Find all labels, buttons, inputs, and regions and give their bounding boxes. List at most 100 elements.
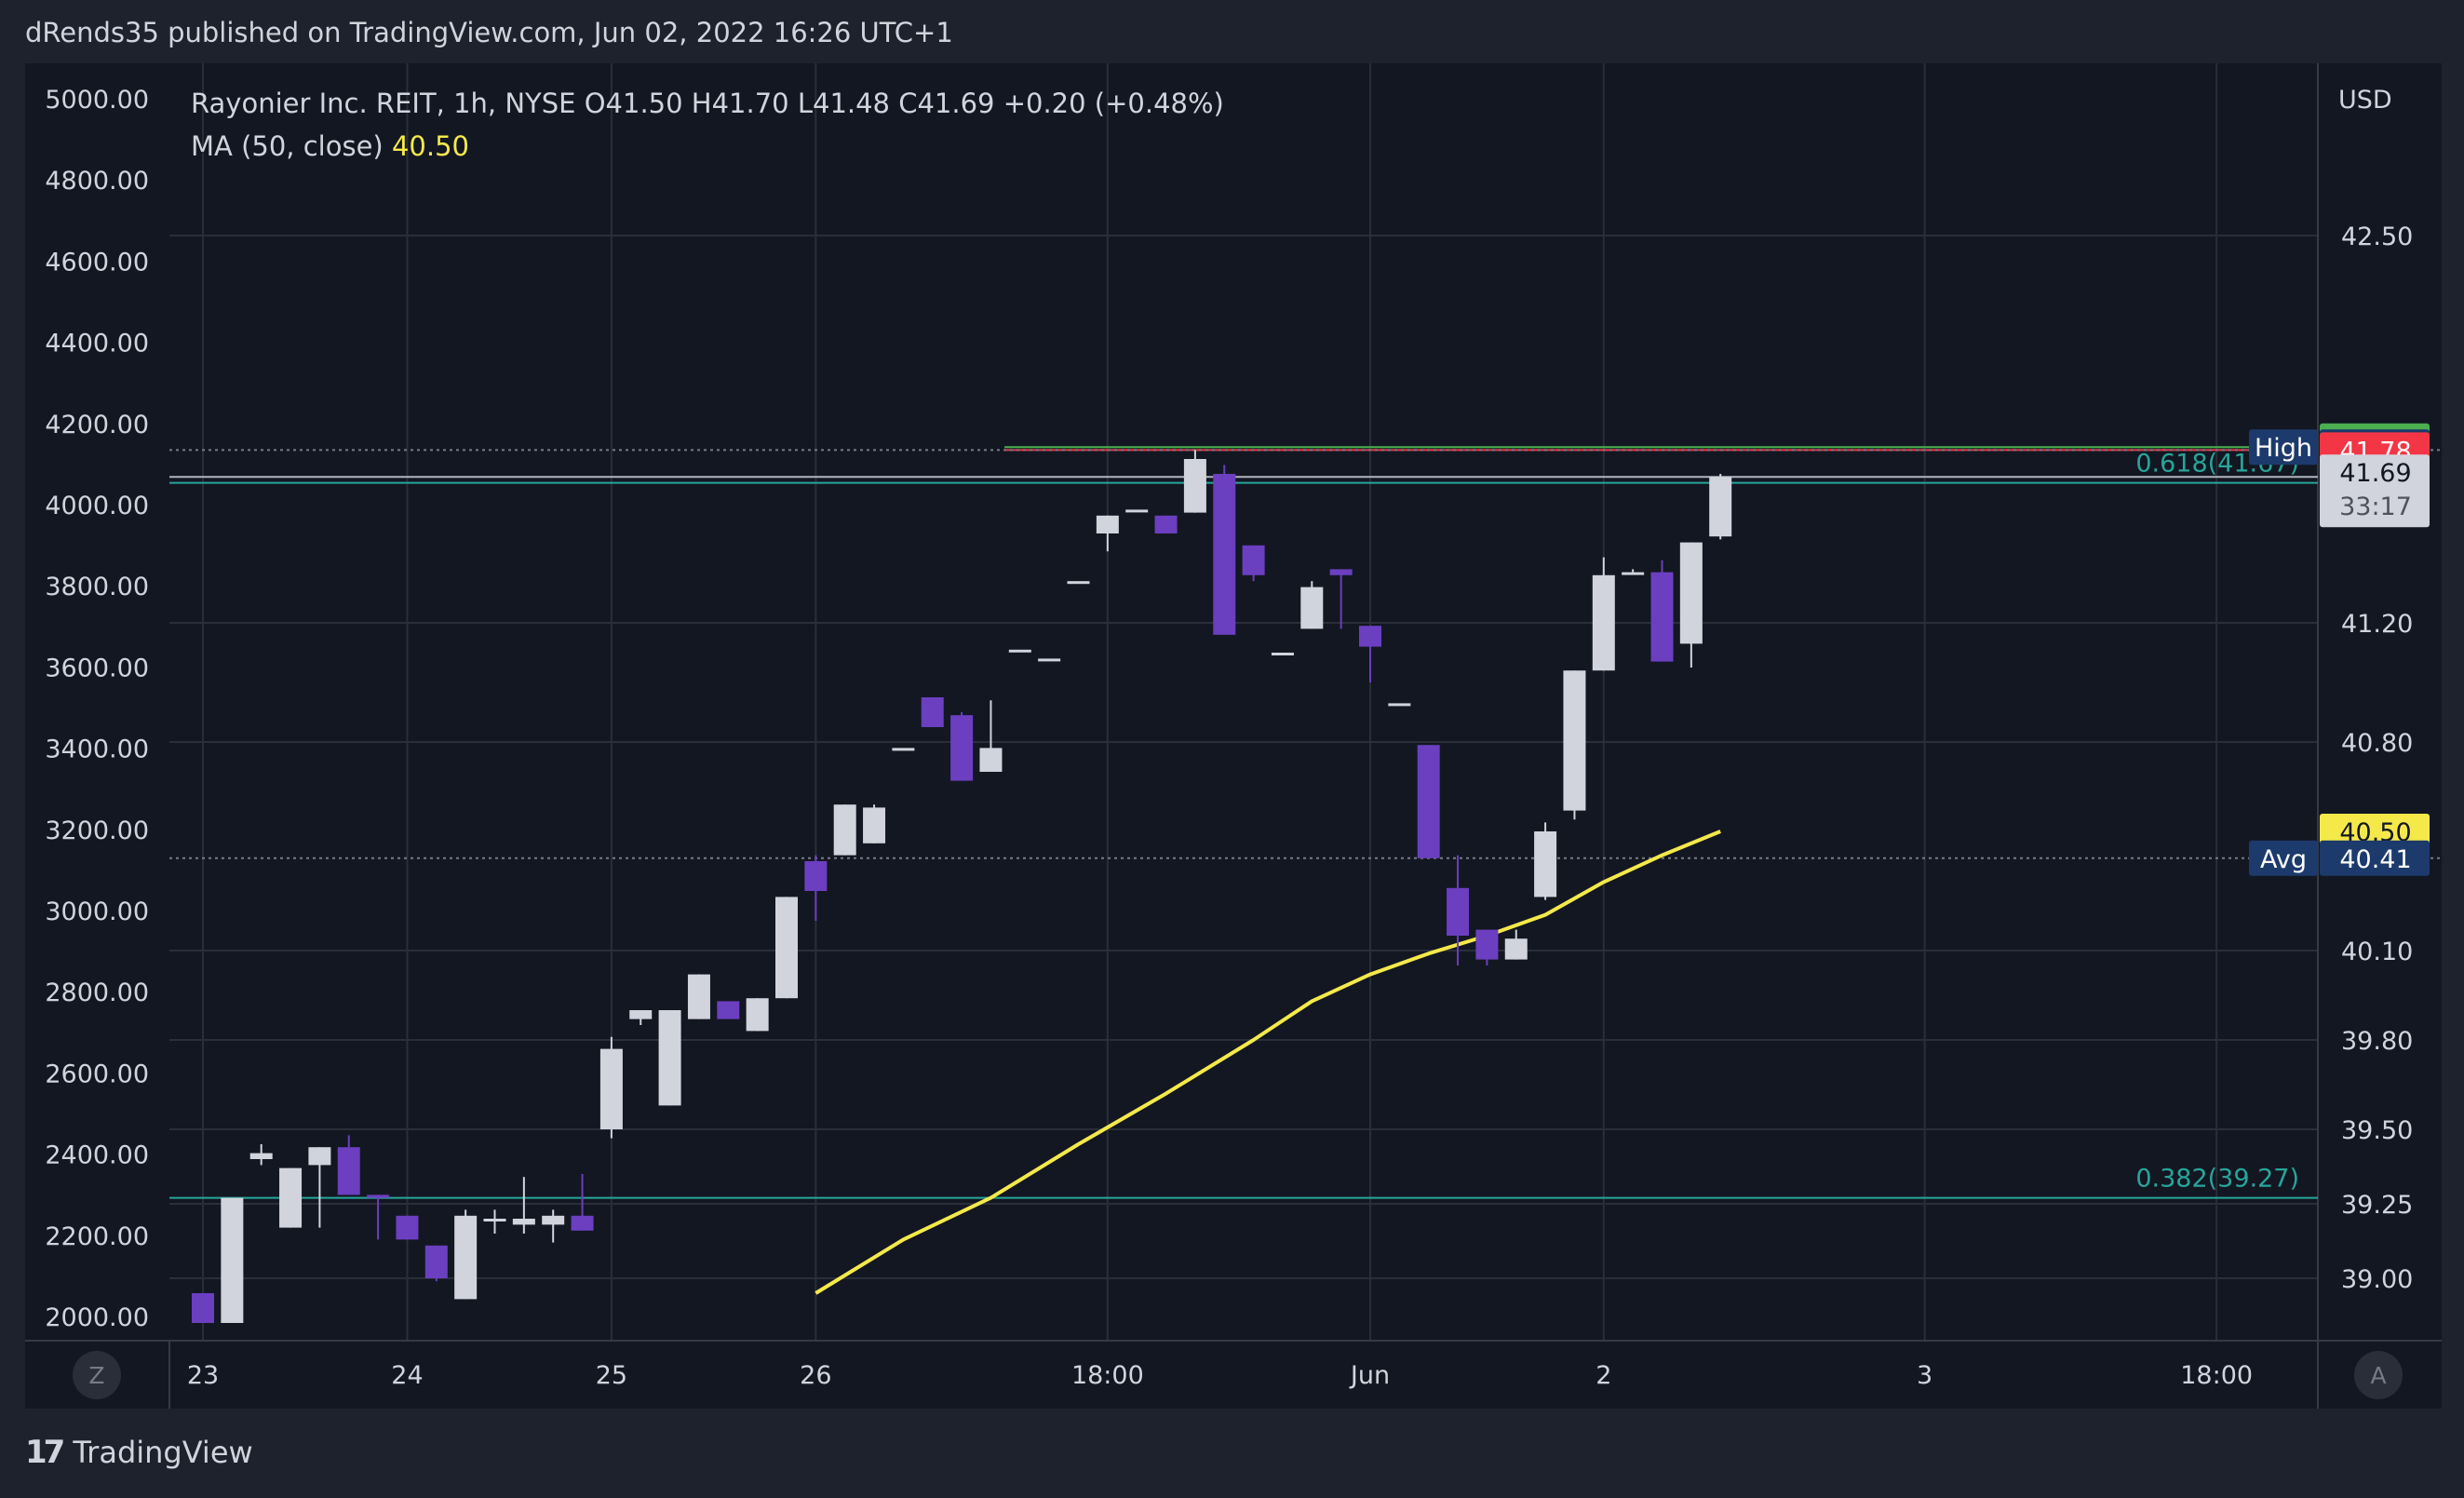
chart-frame[interactable]: 0.618(41.67) 0.382(39.27) 5000.00 4800.00 46… bbox=[25, 63, 2442, 1409]
time-axis-tick-label: 18:00 bbox=[1071, 1361, 1144, 1390]
right-axis-tick-label: 39.25 bbox=[2341, 1191, 2413, 1220]
candle-body bbox=[249, 1153, 273, 1159]
fib-level-label: 0.382(39.27) bbox=[2135, 1165, 2299, 1194]
candle-body bbox=[833, 804, 856, 856]
candle-body bbox=[863, 807, 886, 843]
right-axis-tick-label: 40.80 bbox=[2341, 729, 2413, 758]
left-axis-tick-label: 3800.00 bbox=[45, 573, 149, 601]
candle-body bbox=[571, 1215, 594, 1231]
candle-body bbox=[950, 715, 974, 781]
candle-body bbox=[221, 1197, 244, 1323]
candle-body bbox=[396, 1215, 419, 1240]
candle-body bbox=[804, 861, 828, 891]
time-axis-tick-label: 2 bbox=[1596, 1361, 1611, 1390]
right-axis-tick-label: 39.50 bbox=[2341, 1116, 2413, 1145]
right-axis-tick-label: 41.20 bbox=[2341, 610, 2413, 639]
candle-body bbox=[1271, 653, 1294, 655]
candle-body bbox=[1242, 545, 1265, 575]
left-axis-tick-label: 4600.00 bbox=[45, 248, 149, 277]
candlestick-chart[interactable]: 0.618(41.67)0.382(39.27)5000.004800.0046… bbox=[25, 63, 2442, 1409]
ma-50-line bbox=[815, 830, 1721, 1295]
candle-body bbox=[1650, 572, 1674, 662]
candle-body bbox=[775, 897, 798, 999]
left-axis-tick-label: 2400.00 bbox=[45, 1141, 149, 1170]
candle-body bbox=[1388, 703, 1411, 707]
candle-body bbox=[1154, 515, 1178, 533]
candle-body bbox=[687, 974, 710, 1019]
candle-body bbox=[367, 1194, 390, 1198]
candle-body bbox=[1622, 572, 1645, 575]
candle-body bbox=[1563, 670, 1586, 811]
left-axis-tick-label: 2000.00 bbox=[45, 1303, 149, 1332]
candle-body bbox=[1679, 542, 1703, 644]
legend-symbol-line: Rayonier Inc. REIT, 1h, NYSE O41.50 H41.… bbox=[191, 88, 1224, 119]
candle-body bbox=[1504, 938, 1528, 960]
legend-ma-value: 40.50 bbox=[391, 130, 469, 162]
tradingview-footer[interactable]: 17 TradingView bbox=[25, 1434, 253, 1471]
candle-body bbox=[1447, 887, 1470, 936]
left-axis-tick-label: 2800.00 bbox=[45, 978, 149, 1007]
right-axis-tick-label: 39.00 bbox=[2341, 1265, 2413, 1294]
left-axis-tick-label: 3000.00 bbox=[45, 897, 149, 926]
candle-body bbox=[1359, 626, 1381, 647]
right-axis-tick-label: 42.50 bbox=[2341, 223, 2413, 251]
candle-body bbox=[483, 1219, 506, 1221]
left-axis-tick-label: 2200.00 bbox=[45, 1222, 149, 1251]
candle-body bbox=[1534, 831, 1557, 897]
publish-header: dRends35 published on TradingView.com, J… bbox=[25, 17, 953, 48]
legend-ma-label: MA (50, close) bbox=[191, 130, 384, 162]
tradingview-brand: TradingView bbox=[73, 1435, 253, 1470]
time-axis-tick-label: 26 bbox=[800, 1361, 831, 1390]
currency-label: USD bbox=[2338, 86, 2392, 115]
left-axis-tick-label: 4200.00 bbox=[45, 411, 149, 439]
candle-body bbox=[979, 748, 1003, 772]
right-axis-tick-label: 40.10 bbox=[2341, 938, 2413, 966]
price-badge-value: 41.69 bbox=[2339, 459, 2411, 488]
candle-body bbox=[629, 1010, 653, 1019]
left-axis-tick-label: 4800.00 bbox=[45, 167, 149, 196]
left-axis-tick-label: 3400.00 bbox=[45, 736, 149, 764]
candle-body bbox=[1709, 477, 1732, 537]
candle-body bbox=[1329, 569, 1353, 575]
price-badge-tag-label: Avg bbox=[2260, 845, 2307, 874]
right-axis-auto-button[interactable]: A bbox=[2354, 1351, 2403, 1399]
candle-body bbox=[1096, 515, 1119, 533]
candle-body bbox=[308, 1147, 331, 1166]
price-badge-value: 40.41 bbox=[2339, 845, 2411, 874]
candle-body bbox=[1592, 574, 1615, 671]
right-axis-tick-label: 39.80 bbox=[2341, 1027, 2413, 1056]
candle-body bbox=[892, 748, 915, 751]
tradingview-logo-icon: 17 bbox=[25, 1434, 65, 1471]
candle-body bbox=[1417, 745, 1440, 858]
left-axis-tick-label: 3600.00 bbox=[45, 654, 149, 682]
candle-body bbox=[921, 697, 944, 727]
left-axis-tick-label: 5000.00 bbox=[45, 86, 149, 115]
candle-body bbox=[1067, 581, 1090, 585]
candle-body bbox=[337, 1147, 360, 1195]
candle-body bbox=[424, 1245, 448, 1278]
candle-body bbox=[454, 1215, 478, 1300]
time-axis-tick-label: 18:00 bbox=[2180, 1361, 2253, 1390]
price-badge-countdown: 33:17 bbox=[2339, 493, 2412, 521]
legend-ma-line: MA (50, close) 40.50 bbox=[191, 130, 469, 162]
candle-body bbox=[746, 998, 769, 1032]
candle-body bbox=[512, 1219, 535, 1225]
candle-body bbox=[1183, 459, 1206, 513]
candle-body bbox=[1213, 474, 1236, 635]
price-badge-tag-label: High bbox=[2255, 434, 2312, 463]
candle-body bbox=[717, 1001, 740, 1019]
left-axis-tick-label: 3200.00 bbox=[45, 816, 149, 845]
time-axis-tick-label: Jun bbox=[1349, 1361, 1390, 1390]
candle-body bbox=[599, 1048, 623, 1129]
candle-body bbox=[279, 1167, 303, 1228]
left-axis-tick-label: 4400.00 bbox=[45, 330, 149, 358]
time-axis-tick-label: 24 bbox=[391, 1361, 423, 1390]
candle-body bbox=[192, 1293, 214, 1323]
candle-body bbox=[1008, 649, 1031, 653]
candle-body bbox=[1038, 658, 1061, 662]
candle-body bbox=[658, 1010, 681, 1106]
candle-body bbox=[1300, 587, 1324, 629]
candle-body bbox=[1125, 509, 1149, 513]
left-axis-auto-button[interactable]: Z bbox=[73, 1351, 121, 1399]
time-axis-tick-label: 23 bbox=[187, 1361, 219, 1390]
